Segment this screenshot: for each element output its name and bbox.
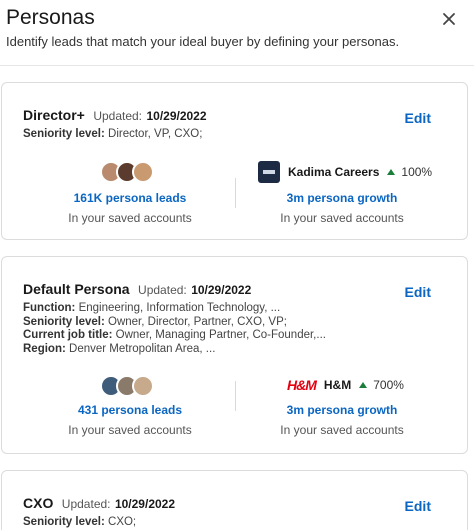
detail-key: Seniority level: (23, 315, 105, 328)
detail-key: Seniority level: (23, 516, 105, 528)
edit-persona-button[interactable]: Edit (405, 110, 431, 126)
growth-metric: 3m persona growth In your saved accounts (247, 191, 437, 225)
updated-date: 10/29/2022 (191, 283, 252, 297)
persona-name: Default Persona (23, 281, 130, 297)
detail-key: Region: (23, 342, 66, 355)
persona-growth-link[interactable]: 3m persona growth (247, 191, 437, 205)
page-title: Personas (6, 6, 95, 29)
updated-date: 10/29/2022 (114, 497, 176, 511)
leads-sub-label: In your saved accounts (68, 423, 192, 437)
page-subtitle: Identify leads that match your ideal buy… (6, 34, 400, 49)
metric-divider (235, 381, 236, 411)
growth-up-icon (387, 169, 396, 175)
leads-metric: 161K persona leads In your saved account… (35, 191, 225, 225)
company-name: Kadima Careers (288, 165, 380, 179)
avatar (132, 161, 154, 183)
persona-card-cxo: CXO Updated: 10/29/2022 Edit Seniority l… (1, 470, 468, 530)
updated-label: Updated: (93, 109, 143, 123)
persona-card-default: Default Persona Updated: 10/29/2022 Edit… (1, 256, 468, 454)
detail-row: Seniority level: Director, VP, CXO; (23, 128, 202, 142)
growth-up-icon (359, 382, 368, 388)
persona-details: Seniority level: Director, VP, CXO; (23, 128, 202, 142)
company-growth-pct: 100% (401, 165, 433, 179)
detail-key: Function: (23, 302, 76, 314)
detail-value: CXO; (108, 516, 137, 528)
lead-avatars (100, 161, 160, 183)
updated-date: 10/29/2022 (146, 109, 207, 123)
detail-value: Owner, Managing Partner, Co-Founder,... (115, 329, 326, 341)
detail-row: Current job title: Owner, Managing Partn… (23, 329, 326, 343)
detail-value: Denver Metropolitan Area, ... (69, 342, 216, 355)
detail-value: Director, VP, CXO; (108, 128, 203, 140)
persona-card-header: CXO Updated: 10/29/2022 (23, 495, 175, 513)
lead-avatars (100, 375, 160, 397)
detail-value: Owner, Director, Partner, CXO, VP; (108, 315, 287, 328)
edit-persona-button[interactable]: Edit (405, 284, 431, 300)
edit-persona-button[interactable]: Edit (405, 498, 431, 514)
persona-leads-link[interactable]: 161K persona leads (35, 191, 225, 205)
leads-sub-label: In your saved accounts (68, 211, 192, 225)
persona-name: Director+ (23, 107, 85, 123)
persona-card-header: Default Persona Updated: 10/29/2022 (23, 281, 251, 299)
detail-row: Seniority level: CXO; (23, 516, 136, 530)
detail-row: Region: Denver Metropolitan Area, ... (23, 343, 326, 357)
detail-value: Engineering, Information Technology, ... (78, 302, 281, 314)
detail-key: Seniority level: (23, 128, 105, 140)
detail-row: Seniority level: Owner, Director, Partne… (23, 316, 326, 330)
persona-name: CXO (23, 495, 54, 511)
avatar (132, 375, 154, 397)
persona-details: Function: Engineering, Information Techn… (23, 302, 326, 356)
persona-leads-link[interactable]: 431 persona leads (35, 403, 225, 417)
updated-label: Updated: (61, 497, 111, 511)
kadima-logo-icon (258, 161, 280, 183)
growth-sub-label: In your saved accounts (280, 423, 404, 437)
detail-key: Current job title: (23, 329, 113, 341)
company-growth-pct: 700% (373, 378, 404, 392)
growth-metric: 3m persona growth In your saved accounts (247, 403, 437, 437)
persona-growth-link[interactable]: 3m persona growth (247, 403, 437, 417)
company-name: H&M (323, 378, 352, 392)
personas-header: Personas Identify leads that match your … (0, 0, 474, 66)
top-company[interactable]: Kadima Careers 100% (258, 161, 432, 183)
top-company[interactable]: H&M H&M 700% (287, 377, 404, 393)
leads-metric: 431 persona leads In your saved accounts (35, 403, 225, 437)
detail-row: Function: Engineering, Information Techn… (23, 302, 326, 316)
persona-card-director-plus: Director+ Updated: 10/29/2022 Edit Senio… (1, 82, 468, 240)
persona-card-header: Director+ Updated: 10/29/2022 (23, 107, 207, 125)
growth-sub-label: In your saved accounts (280, 211, 404, 225)
updated-label: Updated: (138, 283, 187, 297)
hm-logo-icon: H&M (287, 377, 317, 393)
close-button[interactable] (440, 10, 458, 28)
metric-divider (235, 178, 236, 208)
close-icon (443, 13, 455, 25)
persona-details: Seniority level: CXO; (23, 516, 136, 530)
